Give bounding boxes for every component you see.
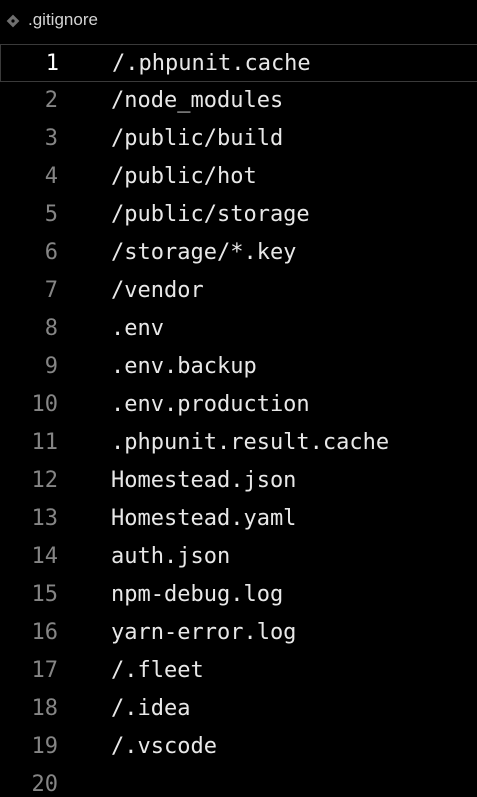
code-line[interactable]: 16 yarn-error.log xyxy=(0,614,477,652)
line-number: 19 xyxy=(31,734,59,759)
code-line[interactable]: 12 Homestead.json xyxy=(0,462,477,500)
line-text[interactable]: .env xyxy=(111,310,164,348)
line-number: 6 xyxy=(44,240,58,265)
line-number: 2 xyxy=(44,88,58,113)
code-line[interactable]: 20 xyxy=(0,766,477,797)
line-number: 1 xyxy=(45,51,59,76)
line-number: 13 xyxy=(31,506,59,531)
line-number: 5 xyxy=(44,202,58,227)
line-text[interactable]: /storage/*.key xyxy=(111,234,296,272)
code-line[interactable]: 13 Homestead.yaml xyxy=(0,500,477,538)
line-text[interactable]: .env.production xyxy=(111,386,310,424)
line-text[interactable]: /public/build xyxy=(111,120,283,158)
line-number: 8 xyxy=(44,316,58,341)
code-line[interactable]: 7/vendor xyxy=(0,272,477,310)
code-line[interactable]: 2/node_modules xyxy=(0,82,477,120)
code-line[interactable]: 19 /.vscode xyxy=(0,728,477,766)
line-number: 20 xyxy=(31,772,59,797)
line-text[interactable]: npm-debug.log xyxy=(111,576,283,614)
line-text[interactable]: /vendor xyxy=(111,272,204,310)
code-line[interactable]: 3/public/build xyxy=(0,120,477,158)
breadcrumb[interactable]: .gitignore xyxy=(6,8,98,32)
line-text[interactable]: Homestead.json xyxy=(111,462,296,500)
line-number: 12 xyxy=(31,468,59,493)
code-line[interactable]: 4/public/hot xyxy=(0,158,477,196)
code-line[interactable]: 6/storage/*.key xyxy=(0,234,477,272)
code-line[interactable]: 17 /.fleet xyxy=(0,652,477,690)
line-text[interactable]: .phpunit.result.cache xyxy=(111,424,389,462)
line-number: 16 xyxy=(31,620,59,645)
line-text[interactable]: Homestead.yaml xyxy=(111,500,296,538)
line-text[interactable]: yarn-error.log xyxy=(111,614,296,652)
code-line[interactable]: 15 npm-debug.log xyxy=(0,576,477,614)
code-line[interactable]: 1 /.phpunit.cache xyxy=(0,44,477,82)
code-line[interactable]: 10 .env.production xyxy=(0,386,477,424)
code-line[interactable]: 14 auth.json xyxy=(0,538,477,576)
line-text[interactable]: /.phpunit.cache xyxy=(112,45,311,83)
code-line[interactable]: 18 /.idea xyxy=(0,690,477,728)
code-editor[interactable]: 1/.phpunit.cache 2/node_modules 3/public/b… xyxy=(0,44,477,797)
line-number: 3 xyxy=(44,126,58,151)
line-text[interactable]: /.idea xyxy=(111,690,190,728)
line-text[interactable]: /public/storage xyxy=(111,196,310,234)
line-text[interactable]: auth.json xyxy=(111,538,230,576)
line-text[interactable]: /node_modules xyxy=(111,82,283,120)
line-number: 7 xyxy=(44,278,58,303)
line-number: 15 xyxy=(31,582,59,607)
line-text[interactable]: /public/hot xyxy=(111,158,257,196)
line-number: 9 xyxy=(44,354,58,379)
line-number: 14 xyxy=(31,544,59,569)
code-line[interactable]: 11 .phpunit.result.cache xyxy=(0,424,477,462)
line-number: 18 xyxy=(31,696,59,721)
line-text[interactable]: /.fleet xyxy=(111,652,204,690)
code-line[interactable]: 8 .env xyxy=(0,310,477,348)
git-diamond-icon xyxy=(6,13,20,28)
line-number: 10 xyxy=(31,392,59,417)
code-line[interactable]: 5/public/storage xyxy=(0,196,477,234)
line-number: 17 xyxy=(31,658,59,683)
line-number: 4 xyxy=(44,164,58,189)
code-line[interactable]: 9 .env.backup xyxy=(0,348,477,386)
filename-label: .gitignore xyxy=(28,10,98,29)
line-text[interactable]: /.vscode xyxy=(111,728,217,766)
line-number: 11 xyxy=(31,430,59,455)
line-text[interactable]: .env.backup xyxy=(111,348,257,386)
